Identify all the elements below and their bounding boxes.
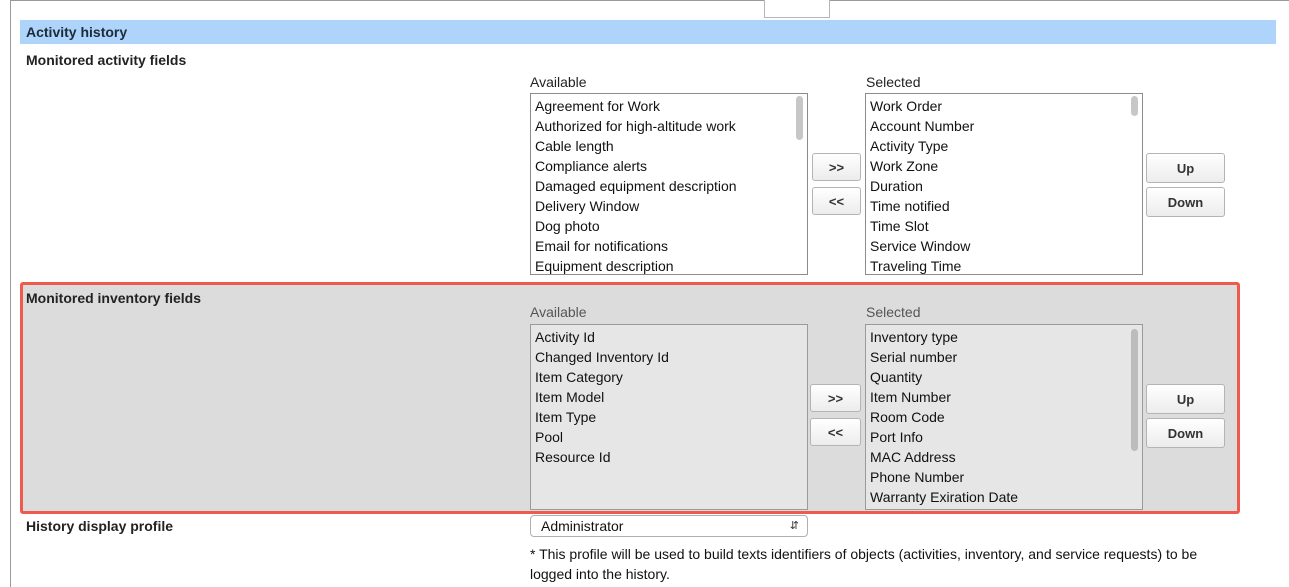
inventory-remove-button[interactable]: << (810, 418, 861, 446)
list-items: Work Order Account Number Activity Type Wor… (866, 94, 1142, 274)
list-item[interactable]: Pool (535, 427, 807, 447)
list-item[interactable]: Work Zone (870, 156, 1142, 176)
list-item[interactable]: Service Window (870, 236, 1142, 256)
list-item[interactable]: Phone Number (870, 467, 1142, 487)
list-item[interactable]: Compliance alerts (535, 156, 807, 176)
activity-up-button[interactable]: Up (1146, 153, 1225, 183)
inventory-available-list[interactable]: Activity Id Changed Inventory Id Item Cate… (530, 324, 808, 510)
list-item[interactable]: Traveling Time (870, 256, 1142, 274)
list-item[interactable]: Room Code (870, 407, 1142, 427)
list-item[interactable]: Item Type (535, 407, 807, 427)
scrollbar-thumb[interactable] (796, 96, 803, 140)
history-profile-value: Administrator (541, 518, 624, 534)
list-items: Inventory type Serial number Quantity Item … (866, 325, 1142, 507)
list-item[interactable]: Activity Id (535, 327, 807, 347)
list-item[interactable]: Port Info (870, 427, 1142, 447)
list-items: Activity Id Changed Inventory Id Item Cate… (531, 325, 807, 467)
list-item[interactable]: MAC Address (870, 447, 1142, 467)
inventory-selected-list[interactable]: Inventory type Serial number Quantity Item … (865, 324, 1143, 510)
list-item[interactable]: Inventory type (870, 327, 1142, 347)
list-item[interactable]: Duration (870, 176, 1142, 196)
top-control-stub (764, 0, 830, 18)
list-item[interactable]: Delivery Window (535, 196, 807, 216)
list-item[interactable]: Changed Inventory Id (535, 347, 807, 367)
list-items: Agreement for Work Authorized for high-al… (531, 94, 807, 274)
list-item[interactable]: Dog photo (535, 216, 807, 236)
inventory-selected-label: Selected (866, 304, 921, 320)
list-item[interactable]: Item Number (870, 387, 1142, 407)
list-item[interactable]: Activity Type (870, 136, 1142, 156)
list-item[interactable]: Time Slot (870, 216, 1142, 236)
list-item[interactable]: Item Category (535, 367, 807, 387)
inventory-up-button[interactable]: Up (1146, 384, 1225, 414)
activity-selected-list[interactable]: Work Order Account Number Activity Type Wor… (865, 93, 1143, 275)
list-item[interactable]: Serial number (870, 347, 1142, 367)
scrollbar-thumb[interactable] (1131, 329, 1138, 451)
list-item[interactable]: Email for notifications (535, 236, 807, 256)
history-profile-label: History display profile (26, 518, 174, 534)
section-title: Activity history (26, 24, 128, 40)
inventory-add-button[interactable]: >> (810, 384, 861, 412)
inventory-fields-label: Monitored inventory fields (26, 290, 202, 306)
activity-available-list[interactable]: Agreement for Work Authorized for high-al… (530, 93, 808, 275)
list-item[interactable]: Authorized for high-altitude work (535, 116, 807, 136)
activity-fields-label: Monitored activity fields (26, 52, 187, 68)
list-item[interactable]: Time notified (870, 196, 1142, 216)
list-item[interactable]: Damaged equipment description (535, 176, 807, 196)
list-item[interactable]: Quantity (870, 367, 1142, 387)
list-item[interactable]: Warranty Exiration Date (870, 487, 1142, 507)
activity-add-button[interactable]: >> (812, 153, 861, 181)
list-item[interactable]: Work Order (870, 96, 1142, 116)
list-item[interactable]: Equipment description (535, 256, 807, 274)
activity-available-label: Available (530, 74, 587, 90)
history-profile-select[interactable]: Administrator ⇵ (530, 515, 808, 537)
list-item[interactable]: Resource Id (535, 447, 807, 467)
history-profile-note: * This profile will be used to build tex… (530, 546, 1198, 582)
inventory-down-button[interactable]: Down (1146, 418, 1225, 448)
section-header: Activity history (20, 20, 1276, 44)
list-item[interactable]: Item Model (535, 387, 807, 407)
select-arrows-icon: ⇵ (789, 520, 799, 532)
list-item[interactable]: Cable length (535, 136, 807, 156)
activity-remove-button[interactable]: << (812, 187, 861, 215)
list-item[interactable]: Account Number (870, 116, 1142, 136)
inventory-available-label: Available (530, 304, 587, 320)
scrollbar-thumb[interactable] (1131, 96, 1138, 116)
activity-selected-label: Selected (866, 74, 921, 90)
activity-down-button[interactable]: Down (1146, 187, 1225, 217)
list-item[interactable]: Agreement for Work (535, 96, 807, 116)
